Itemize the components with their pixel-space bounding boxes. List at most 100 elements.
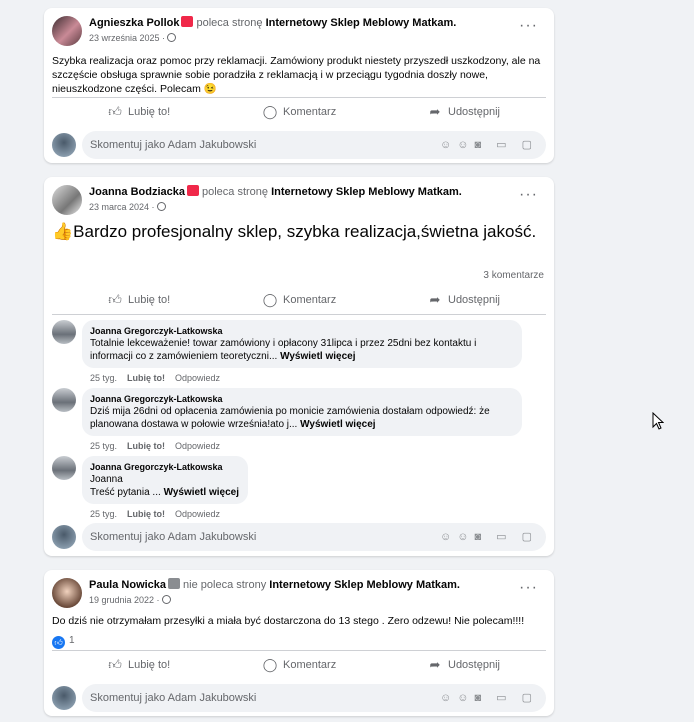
post-text: 👍Bardzo profesjonalny sklep, szybka real… [52,222,537,241]
comment-meta: 25 tyg. Lubię to! Odpowiedz [90,441,230,451]
globe-icon [161,595,171,604]
share-icon: ➦ [429,657,441,672]
comment-reply-link[interactable]: Odpowiedz [175,373,220,383]
comment-button[interactable]: ◯ Komentarz [262,657,336,673]
comment-text: Totalnie lekceważenie! towar zamówiony i… [90,338,477,362]
commenter-name[interactable]: Joanna Gregorczyk-Latkowska [90,325,514,337]
comment-time[interactable]: 25 tyg. [90,373,117,383]
comment-input[interactable]: Skomentuj jako Adam Jakubowski ☺︎☺︎◙ ▭ ▢ [82,523,546,551]
comment-like-link[interactable]: Lubię to! [127,441,165,451]
share-button[interactable]: ➦ Udostępnij [427,657,500,673]
thumbs-up-icon: 👍︎ [108,657,122,672]
comment: Joanna Gregorczyk-Latkowska Totalnie lek… [52,320,532,386]
more-options-icon[interactable]: ··· [519,18,538,34]
author-name[interactable]: Agnieszka Pollok [89,17,179,29]
author-name[interactable]: Joanna Bodziacka [89,186,185,198]
more-options-icon[interactable]: ··· [519,580,538,596]
post-text: Szybka realizacja oraz pomoc przy reklam… [52,55,541,95]
reactions-summary[interactable]: 👍︎ 1 [52,635,75,649]
post-card: Joanna Bodziacka poleca stronę Internetow… [44,177,554,556]
comment-like-link[interactable]: Lubię to! [127,373,165,383]
author-name[interactable]: Paula Nowicka [89,579,166,591]
composer-icons[interactable]: ☺︎☺︎◙ ▭ ▢ [440,691,538,704]
commenter-avatar[interactable] [52,456,76,480]
comment-button[interactable]: ◯ Komentarz [262,292,336,308]
comment-bubble: Joanna Gregorczyk-Latkowska Totalnie lek… [82,320,522,368]
comment-text-line: Joanna [90,474,123,485]
post-header-line: Paula Nowicka nie poleca strony Interneto… [89,578,460,592]
commenter-avatar[interactable] [52,320,76,344]
see-more-link[interactable]: Wyświetl więcej [300,419,375,430]
composer-icons[interactable]: ☺︎☺︎◙ ▭ ▢ [440,530,538,543]
like-button[interactable]: 👍︎ Lubię to! [107,292,170,308]
recommend-badge-icon [181,16,194,27]
comment-reply-link[interactable]: Odpowiedz [175,509,220,519]
comment-reply-link[interactable]: Odpowiedz [175,441,220,451]
comment-composer: Skomentuj jako Adam Jakubowski ☺︎☺︎◙ ▭ ▢ [52,684,546,712]
post-header-line: Agnieszka Pollok poleca stronę Internetow… [89,16,456,30]
comment-composer: Skomentuj jako Adam Jakubowski ☺︎☺︎◙ ▭ ▢ [52,131,546,159]
comment-like-link[interactable]: Lubię to! [127,509,165,519]
post-header: Joanna Bodziacka poleca stronę Internetow… [52,185,546,219]
share-button[interactable]: ➦ Udostępnij [427,292,500,308]
thumbs-up-icon: 👍︎ [108,292,122,307]
not-recommend-badge-icon [168,578,181,589]
comment-input[interactable]: Skomentuj jako Adam Jakubowski ☺︎☺︎◙ ▭ ▢ [82,684,546,712]
comment: Joanna Gregorczyk-Latkowska Dziś mija 26… [52,388,532,454]
mouse-cursor-icon [652,412,664,430]
comment-time[interactable]: 25 tyg. [90,441,117,451]
post-date[interactable]: 23 marca 2024 · [89,202,166,212]
thumbs-up-icon: 👍︎ [108,104,122,119]
post-actions: 👍︎ Lubię to! ◯ Komentarz ➦ Udostępnij [52,97,546,124]
comment-input[interactable]: Skomentuj jako Adam Jakubowski ☺︎☺︎◙ ▭ ▢ [82,131,546,159]
commenter-name[interactable]: Joanna Gregorczyk-Latkowska [90,393,514,405]
post-header-line: Joanna Bodziacka poleca stronę Internetow… [89,185,462,199]
globe-icon [156,202,166,211]
comment-placeholder: Skomentuj jako Adam Jakubowski [90,531,257,543]
comment-text: Treść pytania ... Wyświetl więcej [90,487,239,498]
comments-count[interactable]: 3 komentarze [483,270,544,281]
recommend-verb: nie poleca strony [183,579,267,591]
post-header: Agnieszka Pollok poleca stronę Internetow… [52,16,546,50]
post-card: Paula Nowicka nie poleca strony Interneto… [44,570,554,716]
comment-icon: ◯ [262,292,278,307]
see-more-link[interactable]: Wyświetl więcej [280,351,355,362]
comment-meta: 25 tyg. Lubię to! Odpowiedz [90,373,230,383]
page-link[interactable]: Internetowy Sklep Meblowy Matkam. [269,579,460,591]
my-avatar [52,525,76,549]
post-actions: 👍︎ Lubię to! ◯ Komentarz ➦ Udostępnij [52,650,546,677]
like-button[interactable]: 👍︎ Lubię to! [107,104,170,120]
commenter-avatar[interactable] [52,388,76,412]
post-text: Do dziś nie otrzymałam przesyłki a miała… [52,615,525,627]
post-actions: 👍︎ Lubię to! ◯ Komentarz ➦ Udostępnij [52,286,546,312]
avatar[interactable] [52,578,82,608]
comment-icon: ◯ [262,104,278,119]
comment-text: Dziś mija 26dni od opłacenia zamówienia … [90,406,490,430]
post-card: Agnieszka Pollok poleca stronę Internetow… [44,8,554,163]
comment-bubble: Joanna Gregorczyk-Latkowska Joanna Treść… [82,456,248,504]
comment: Joanna Gregorczyk-Latkowska Joanna Treść… [52,456,532,522]
comment-time[interactable]: 25 tyg. [90,509,117,519]
page-link[interactable]: Internetowy Sklep Meblowy Matkam. [271,186,462,198]
my-avatar [52,133,76,157]
more-options-icon[interactable]: ··· [519,187,538,203]
share-icon: ➦ [429,104,441,119]
commenter-name[interactable]: Joanna Gregorczyk-Latkowska [90,461,240,473]
avatar[interactable] [52,185,82,215]
globe-icon [167,33,177,42]
like-button[interactable]: 👍︎ Lubię to! [107,657,170,673]
share-button[interactable]: ➦ Udostępnij [427,104,500,120]
post-date[interactable]: 19 grudnia 2022 · [89,595,171,605]
post-date[interactable]: 23 września 2025 · [89,33,177,43]
avatar[interactable] [52,16,82,46]
comment-placeholder: Skomentuj jako Adam Jakubowski [90,692,257,704]
composer-icons[interactable]: ☺︎☺︎◙ ▭ ▢ [440,138,538,151]
comment-meta: 25 tyg. Lubię to! Odpowiedz [90,509,230,519]
comment-button[interactable]: ◯ Komentarz [262,104,336,120]
page-link[interactable]: Internetowy Sklep Meblowy Matkam. [266,17,457,29]
my-avatar [52,686,76,710]
recommend-verb: poleca stronę [201,186,269,198]
see-more-link[interactable]: Wyświetl więcej [164,487,239,498]
share-icon: ➦ [429,292,441,307]
comment-icon: ◯ [262,657,278,672]
